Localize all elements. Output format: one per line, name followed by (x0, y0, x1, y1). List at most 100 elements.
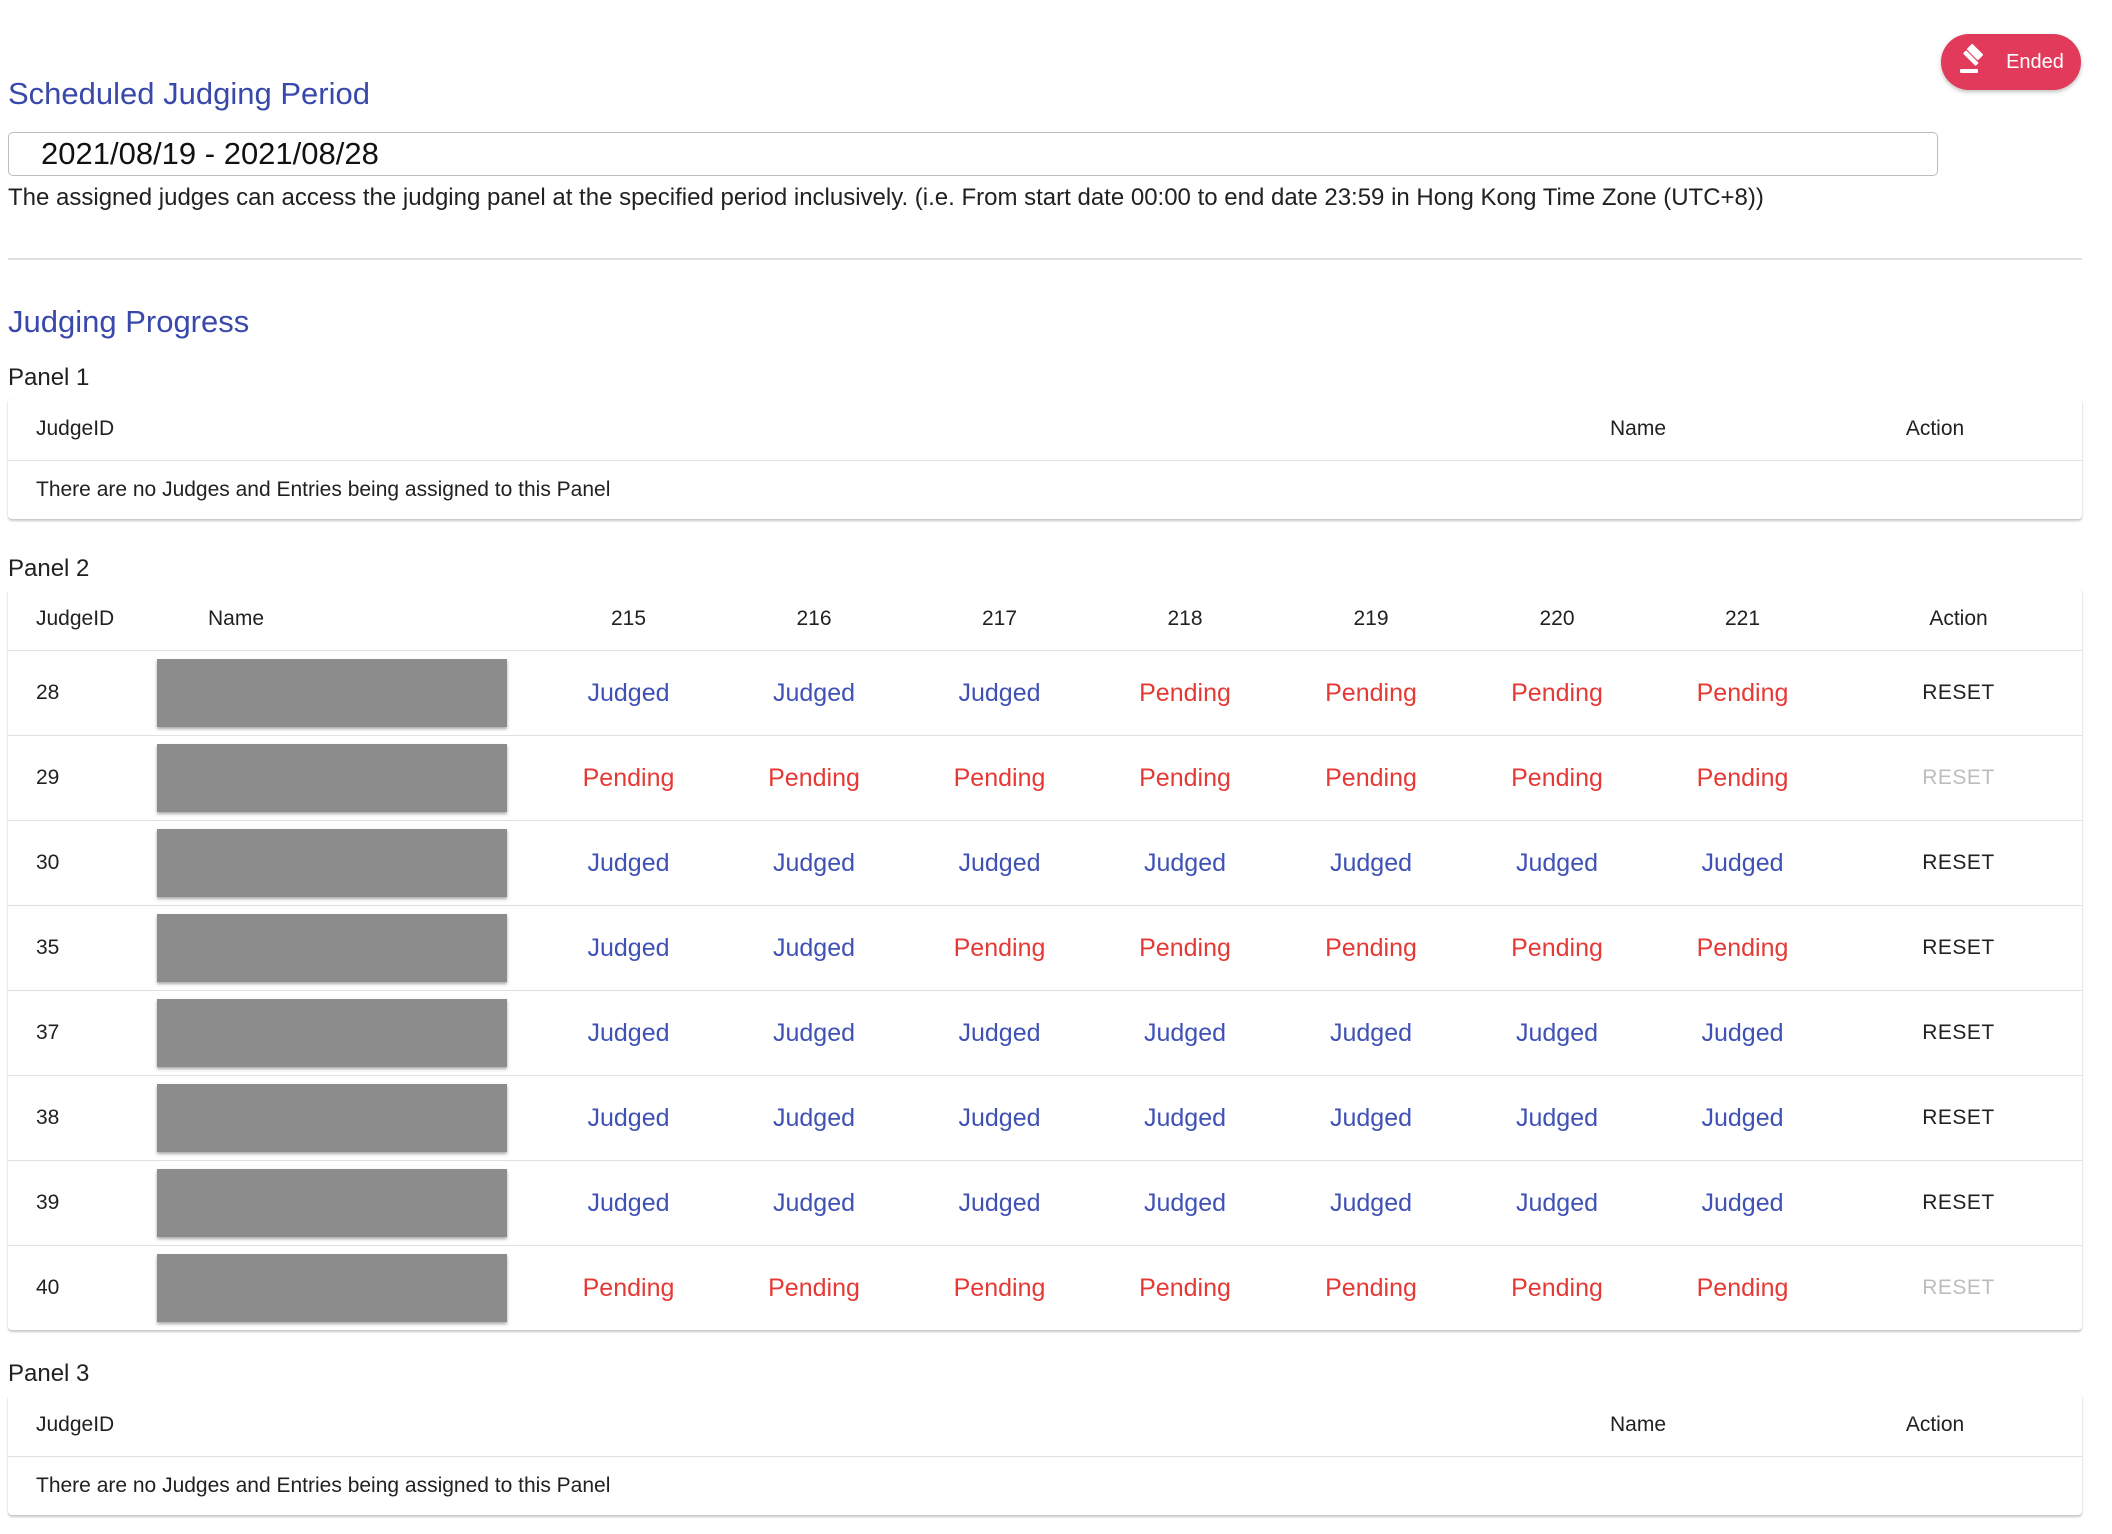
action-cell: RESET (1835, 650, 2082, 736)
judge-name-cell (156, 735, 536, 821)
judge-id-cell: 30 (8, 820, 156, 906)
table-row: 29 Pending Pending Pending Pending Pending Pen… (8, 735, 2082, 821)
entry-status-cell: Judged (1464, 1075, 1650, 1161)
header-name: Name (1488, 1394, 1788, 1457)
judge-name-cell (156, 1246, 536, 1331)
table-row: 30 Judged Judged Judged Judged Judged Judged Ju… (8, 820, 2082, 906)
entry-status-cell: Pending (768, 1273, 860, 1302)
entry-status-cell: Pending (953, 1273, 1046, 1302)
entry-status-cell: Judged (536, 650, 721, 736)
entry-status-cell: Judged (1278, 820, 1464, 906)
entry-status-cell: Judged (1092, 820, 1278, 906)
panel-3-empty-message: There are no Judges and Entries being as… (36, 1474, 611, 1497)
reset-button[interactable]: RESET (1922, 936, 1995, 959)
progress-title: Judging Progress (8, 304, 250, 339)
redacted-name (157, 999, 507, 1067)
entry-status-cell: Judged (721, 905, 907, 991)
entry-status-cell: Pending (1092, 735, 1278, 821)
reset-button: RESET (1922, 1276, 1995, 1299)
panel-3-label: Panel 3 (8, 1360, 90, 1387)
entry-status-cell: Pending (1650, 650, 1835, 736)
table-row: 38 Judged Judged Judged Judged Judged Judged Ju… (8, 1075, 2082, 1161)
entry-status-cell: Pending (1139, 1273, 1231, 1302)
entry-status-cell: Judged (1650, 990, 1835, 1076)
entry-status-cell: Judged (536, 1160, 721, 1246)
entry-status-cell: Pending (1325, 1273, 1417, 1302)
action-cell: RESET (1835, 1246, 2082, 1331)
reset-button[interactable]: RESET (1922, 1191, 1995, 1214)
entry-status-cell: Judged (907, 1160, 1092, 1246)
section-divider (8, 258, 2082, 260)
entry-status-cell: Pending (1650, 735, 1835, 821)
judge-name-cell (156, 1075, 536, 1161)
date-range-field[interactable]: 2021/08/19 - 2021/08/28 (8, 132, 1938, 176)
entry-status-cell: Judged (721, 820, 907, 906)
header-judge-id: JudgeID (8, 398, 1488, 461)
entry-status-cell: Judged (536, 820, 721, 906)
entry-status-cell: Pending (536, 735, 721, 821)
reset-button[interactable]: RESET (1922, 1021, 1995, 1044)
entry-status-cell: Pending (1464, 905, 1650, 991)
entry-status-cell: Pending (1650, 905, 1835, 991)
entry-status-cell: Judged (536, 905, 721, 991)
entry-status-cell: Pending (1092, 650, 1278, 736)
action-cell: RESET (1835, 905, 2082, 991)
header-entry: 216 (721, 588, 907, 651)
redacted-name (157, 1254, 507, 1322)
header-entry: 218 (1092, 588, 1278, 651)
judge-id-cell: 38 (8, 1075, 156, 1161)
entry-status-cell: Judged (536, 1075, 721, 1161)
reset-button: RESET (1922, 766, 1995, 789)
header-entry: 220 (1464, 588, 1650, 651)
panel-1-label: Panel 1 (8, 364, 90, 391)
entry-status-cell: Judged (1464, 1160, 1650, 1246)
entry-status-cell: Judged (1650, 1075, 1835, 1161)
entry-status-cell: Judged (1278, 990, 1464, 1076)
table-row: 39 Judged Judged Judged Judged Judged Judged Ju… (8, 1160, 2082, 1246)
entry-status-cell: Pending (1278, 905, 1464, 991)
table-row: 35 Judged Judged Pending Pending Pending Pendi… (8, 905, 2082, 991)
redacted-name (157, 1169, 507, 1237)
reset-button[interactable]: RESET (1922, 681, 1995, 704)
action-cell: RESET (1835, 990, 2082, 1076)
panel-1-empty-message: There are no Judges and Entries being as… (36, 478, 611, 501)
entry-status-cell: Pending (721, 735, 907, 821)
schedule-helper-text: The assigned judges can access the judgi… (8, 184, 1764, 211)
entry-status-cell: Judged (536, 990, 721, 1076)
entry-status-cell: Judged (907, 990, 1092, 1076)
redacted-name (157, 659, 507, 727)
reset-button[interactable]: RESET (1922, 851, 1995, 874)
entry-status-cell: Judged (721, 1075, 907, 1161)
entry-status-cell: Judged (1278, 1075, 1464, 1161)
entry-status-cell: Pending (1092, 905, 1278, 991)
header-judge-id: JudgeID (8, 1394, 1488, 1457)
schedule-title: Scheduled Judging Period (8, 76, 370, 111)
panel-3-table: JudgeID Name Action There are no Judges … (8, 1394, 2082, 1515)
entry-status-cell: Judged (1278, 1160, 1464, 1246)
entry-status-cell: Pending (1278, 735, 1464, 821)
action-cell: RESET (1835, 1075, 2082, 1161)
header-entry: 217 (907, 588, 1092, 651)
table-row: 40 Pending Pending Pending Pending Pending Pen… (8, 1246, 2082, 1331)
entry-status-cell: Pending (907, 905, 1092, 991)
entry-status-cell: Pending (1696, 1273, 1789, 1302)
entry-status-cell: Pending (1278, 650, 1464, 736)
judge-name-cell (156, 1160, 536, 1246)
entry-status-cell: Pending (1464, 650, 1650, 736)
redacted-name (157, 1084, 507, 1152)
redacted-name (157, 829, 507, 897)
entry-status-cell: Pending (1511, 1273, 1603, 1302)
header-name: Name (156, 588, 536, 651)
judge-id-cell: 28 (8, 650, 156, 736)
header-entry: 221 (1650, 588, 1835, 651)
header-judge-id: JudgeID (8, 588, 156, 651)
entry-status-cell: Judged (721, 1160, 907, 1246)
entry-status-cell: Judged (1650, 820, 1835, 906)
judge-name-cell (156, 820, 536, 906)
judge-id-cell: 29 (8, 735, 156, 821)
entry-status-cell: Judged (1650, 1160, 1835, 1246)
judge-name-cell (156, 990, 536, 1076)
entry-status-cell: Judged (907, 820, 1092, 906)
reset-button[interactable]: RESET (1922, 1106, 1995, 1129)
entry-status-cell: Pending (582, 1273, 675, 1302)
